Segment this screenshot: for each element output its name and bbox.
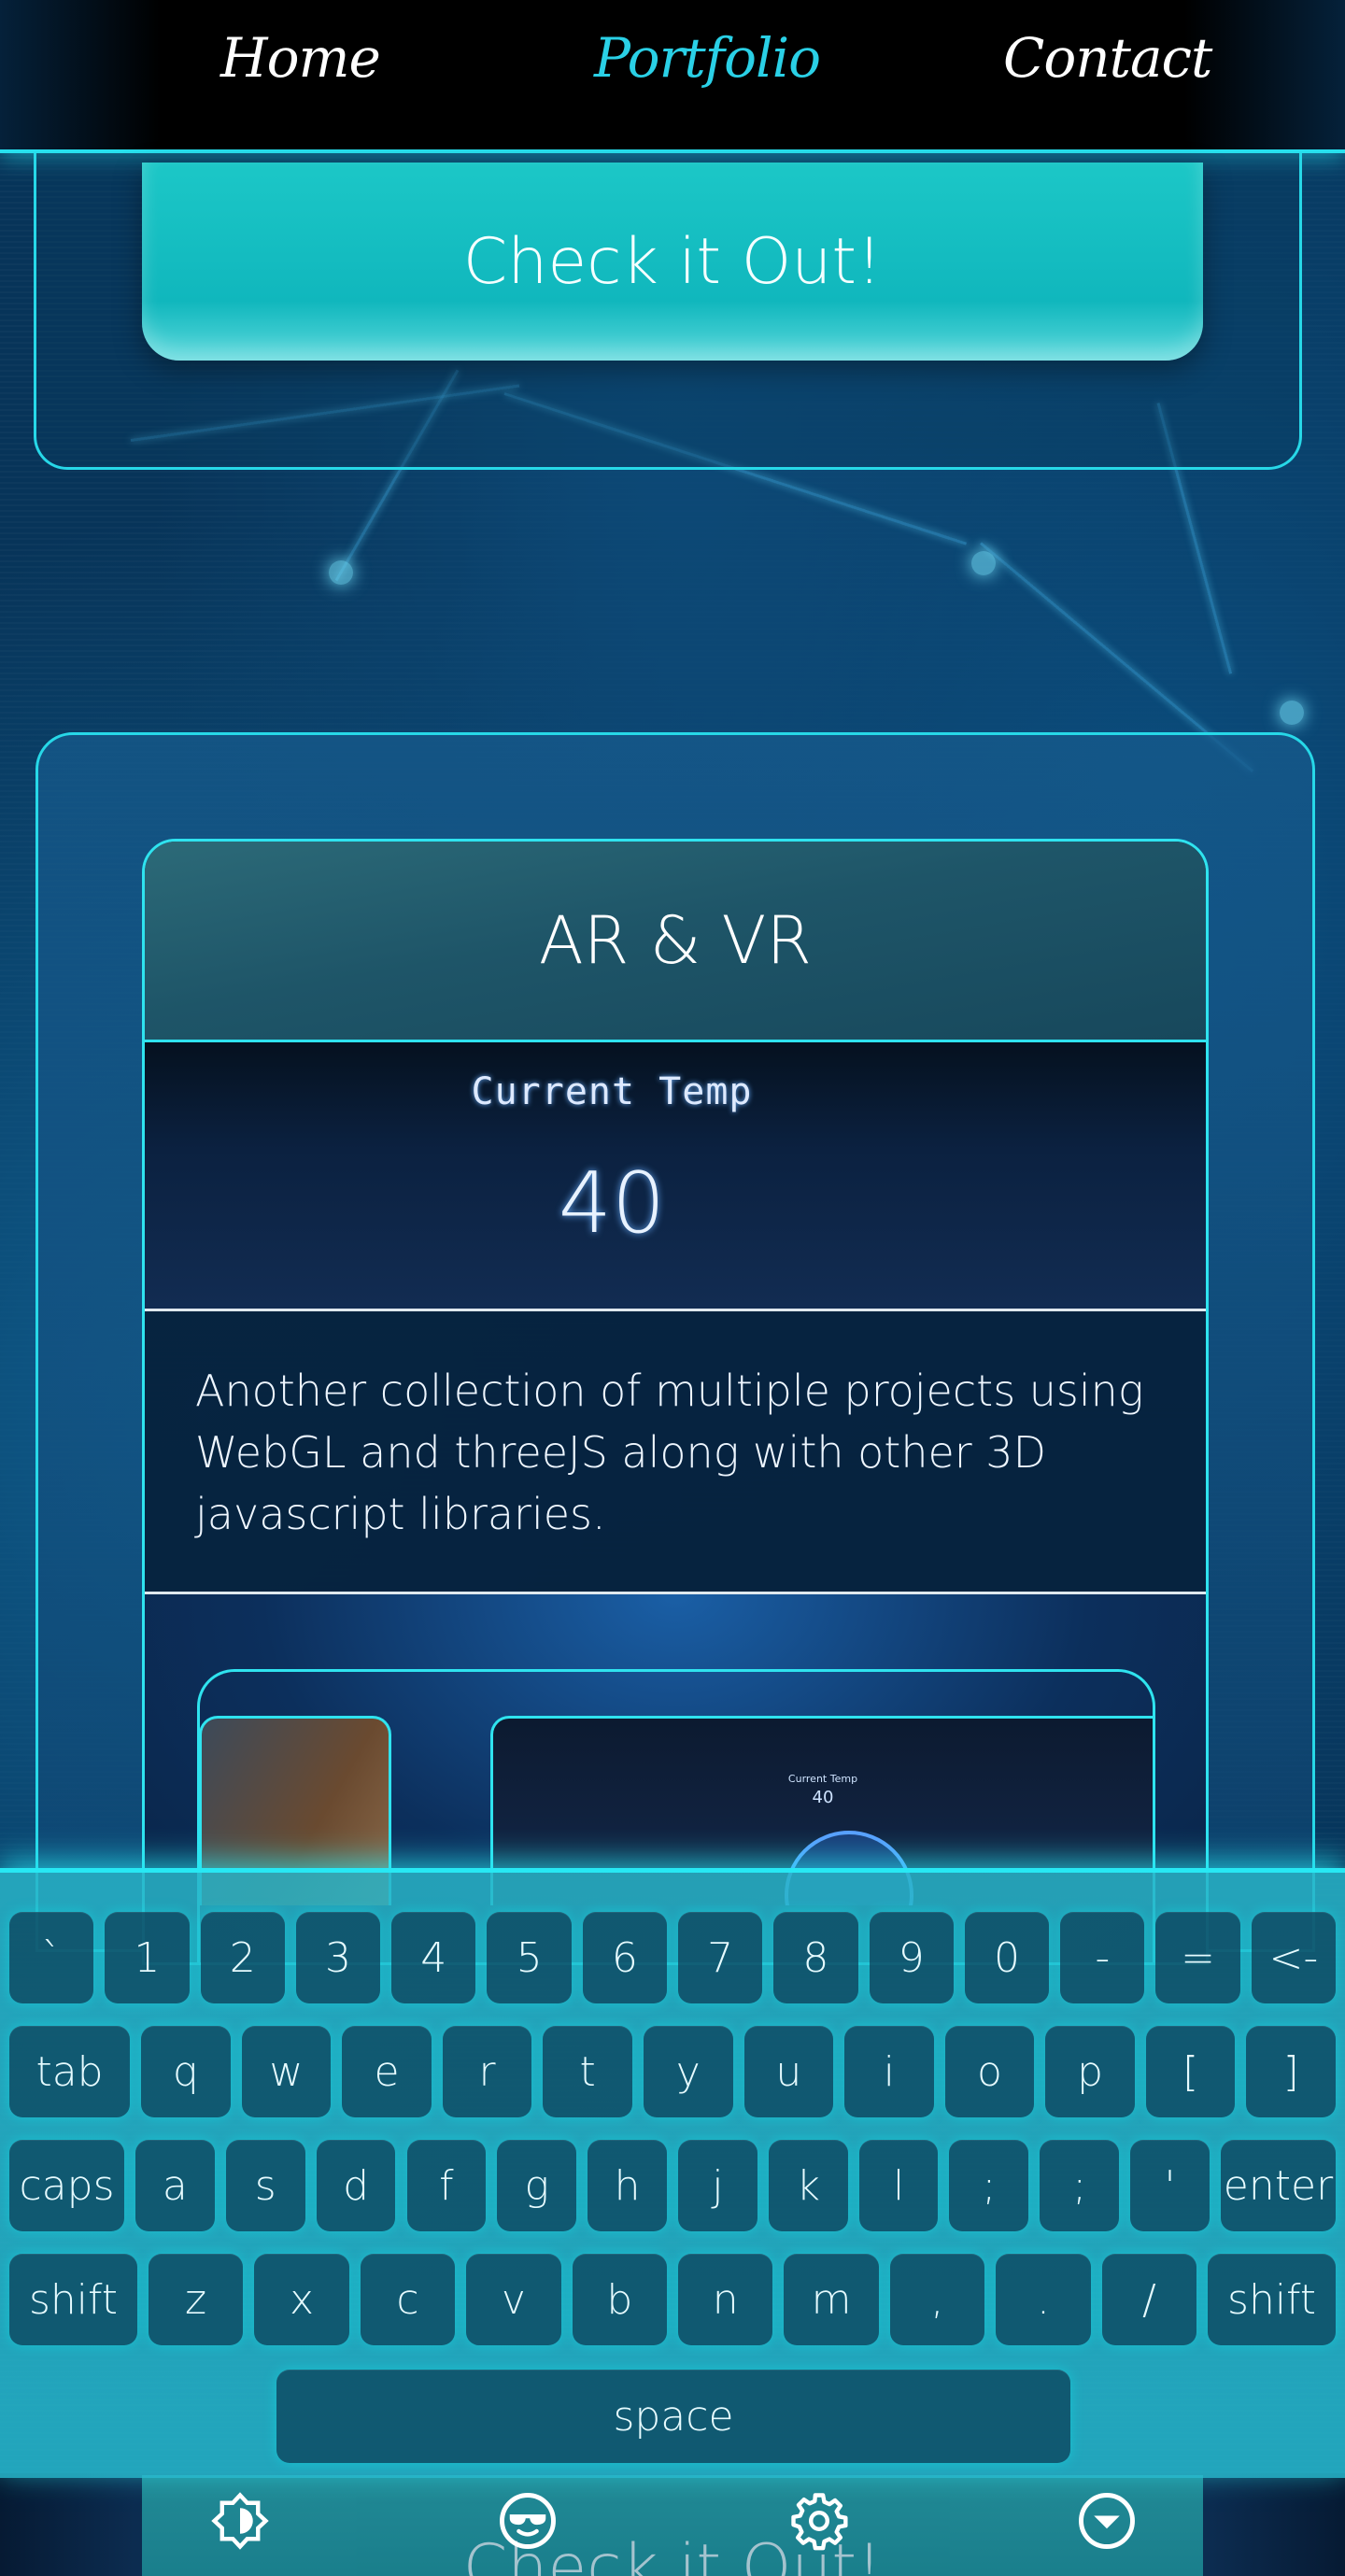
key-4[interactable]: 4 (391, 1912, 476, 2003)
key-k[interactable]: k (768, 2140, 848, 2231)
nav-item-contact[interactable]: Contact (1003, 26, 1212, 90)
key-j[interactable]: j (678, 2140, 757, 2231)
key-backspace[interactable]: <- (1251, 1912, 1336, 2003)
key-left-bracket[interactable]: [ (1145, 2026, 1236, 2117)
brightness-icon[interactable] (207, 2488, 273, 2554)
nav-item-portfolio[interactable]: Portfolio (594, 26, 821, 90)
key-b[interactable]: b (572, 2254, 667, 2345)
portfolio-card-title: AR & VR (145, 842, 1206, 1042)
key-5[interactable]: 5 (487, 1912, 572, 2003)
key-u[interactable]: u (743, 2026, 834, 2117)
key-period[interactable]: . (996, 2254, 1091, 2345)
key-q[interactable]: q (141, 2026, 231, 2117)
key-8[interactable]: 8 (773, 1912, 858, 2003)
key-9[interactable]: 9 (869, 1912, 954, 2003)
preview-temp-label: Current Temp (471, 1070, 753, 1113)
portfolio-description: Another collection of multiple projects … (145, 1311, 1206, 1594)
key-quote[interactable]: ' (1130, 2140, 1210, 2231)
key-c[interactable]: c (360, 2254, 456, 2345)
chevron-down-circle-icon[interactable] (1074, 2488, 1140, 2554)
key-z[interactable]: z (148, 2254, 244, 2345)
key-equals[interactable]: = (1155, 1912, 1240, 2003)
key-l[interactable]: l (858, 2140, 939, 2231)
key-h[interactable]: h (588, 2140, 667, 2231)
top-nav-bar: Home Portfolio Contact (0, 0, 1345, 153)
on-screen-keyboard: ` 1 2 3 4 5 6 7 8 9 0- = <- tab q w e r t y u i o p[] caps a s d f g h… (0, 1868, 1345, 2478)
key-6[interactable]: 6 (582, 1912, 667, 2003)
key-comma[interactable]: , (889, 2254, 985, 2345)
key-y[interactable]: y (643, 2026, 733, 2117)
key-backtick[interactable]: ` (9, 1912, 94, 2003)
key-w[interactable]: w (241, 2026, 332, 2117)
thumb-temp-value: 40 (812, 1788, 834, 1807)
thumb-temp-label: Current Temp (787, 1773, 858, 1785)
key-shift[interactable]: shift (1208, 2254, 1336, 2345)
key-semicolon[interactable]: ; (949, 2140, 1029, 2231)
portfolio-description-text: Another collection of multiple projects … (195, 1366, 1144, 1539)
key-right-bracket[interactable]: ] (1246, 2026, 1336, 2117)
nav-item-home[interactable]: Home (220, 26, 381, 90)
key-p[interactable]: p (1045, 2026, 1135, 2117)
key-s[interactable]: s (225, 2140, 305, 2231)
key-semicolon[interactable]: ; (1040, 2140, 1120, 2231)
check-it-out-button-partial[interactable]: Check it Out! (142, 2475, 1203, 2576)
key-1[interactable]: 1 (105, 1912, 190, 2003)
key-e[interactable]: e (342, 2026, 432, 2117)
key-minus[interactable]: - (1060, 1912, 1145, 2003)
portfolio-preview-image: Current Temp 40 (145, 1042, 1206, 1311)
key-v[interactable]: v (466, 2254, 561, 2345)
key-7[interactable]: 7 (678, 1912, 763, 2003)
key-a[interactable]: a (135, 2140, 215, 2231)
key-r[interactable]: r (442, 2026, 532, 2117)
key-caps[interactable]: caps (9, 2140, 124, 2231)
key-i[interactable]: i (844, 2026, 934, 2117)
sunglasses-emoji-icon[interactable] (495, 2488, 560, 2554)
portfolio-card: AR & VR Current Temp 40 Another collecti… (142, 839, 1209, 1965)
key-x[interactable]: x (254, 2254, 349, 2345)
gear-icon[interactable] (786, 2488, 852, 2554)
key-space[interactable]: space (276, 2370, 1070, 2463)
key-enter[interactable]: enter (1220, 2140, 1336, 2231)
key-n[interactable]: n (678, 2254, 773, 2345)
key-d[interactable]: d (316, 2140, 396, 2231)
key-t[interactable]: t (543, 2026, 632, 2117)
key-2[interactable]: 2 (200, 1912, 285, 2003)
key-o[interactable]: o (944, 2026, 1035, 2117)
key-f[interactable]: f (406, 2140, 487, 2231)
key-m[interactable]: m (784, 2254, 879, 2345)
key-3[interactable]: 3 (295, 1912, 381, 2003)
check-it-out-partial-label: Check it Out! (462, 2531, 883, 2576)
key-shift[interactable]: shift (9, 2254, 137, 2345)
key-tab[interactable]: tab (9, 2026, 131, 2117)
preview-temp-value: 40 (558, 1154, 666, 1253)
key-g[interactable]: g (497, 2140, 577, 2231)
key-0[interactable]: 0 (964, 1912, 1050, 2003)
key-slash[interactable]: / (1101, 2254, 1197, 2345)
check-it-out-button[interactable]: Check it Out! (142, 163, 1203, 361)
